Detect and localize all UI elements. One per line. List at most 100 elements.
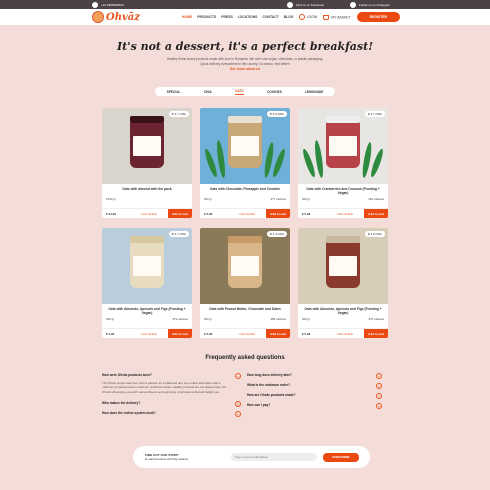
phone-contact[interactable]: +91 9999999524 bbox=[92, 1, 124, 8]
plus-icon[interactable]: + bbox=[376, 383, 382, 389]
rating-badge: ★ 4.4 (262) bbox=[266, 231, 287, 237]
nav-item-blog[interactable]: BLOG bbox=[284, 15, 294, 19]
nav-item-home[interactable]: HOME bbox=[182, 15, 192, 19]
plant-leaf-icon bbox=[369, 147, 385, 179]
product-title: Oats with Almonds, Apricots and Figs (Fr… bbox=[108, 307, 186, 315]
register-button[interactable]: REGISTER bbox=[356, 12, 400, 22]
plus-icon[interactable]: + bbox=[376, 403, 382, 409]
see-more-link[interactable]: See more about us bbox=[230, 67, 260, 71]
hero-line-2: Quick delivery everywhere in the country… bbox=[200, 62, 290, 66]
tab-lemonade[interactable]: LEMONADE bbox=[305, 90, 323, 94]
faq-item[interactable]: How does the review system work? + bbox=[102, 409, 247, 419]
product-footer: € 5,99 View details Add to cart bbox=[200, 328, 290, 338]
add-to-cart-button[interactable]: Add to cart bbox=[266, 209, 290, 218]
view-details-link[interactable]: View details bbox=[130, 212, 168, 216]
tab-cookies[interactable]: COOKIES bbox=[267, 90, 282, 94]
product-image[interactable]: ★ 4.8 (281) bbox=[298, 228, 388, 304]
nav-item-press[interactable]: PRESS bbox=[221, 15, 233, 19]
faq-item[interactable]: What is the minimum order? + bbox=[247, 381, 388, 391]
jar-lid bbox=[326, 116, 360, 123]
faq-question: How does the review system work? bbox=[102, 411, 156, 416]
rating-value: 4.7 (100) bbox=[174, 112, 186, 116]
plus-icon[interactable]: + bbox=[235, 401, 241, 408]
subscribe-button[interactable]: SUBSCRIBE bbox=[323, 452, 359, 462]
product-image[interactable]: ★ 4.7 (281) bbox=[102, 228, 192, 304]
product-title: Oats with almond with the pack bbox=[122, 187, 172, 191]
jar-label bbox=[133, 256, 161, 276]
nav-item-contact[interactable]: CONTACT bbox=[262, 15, 278, 19]
logo-text: Ohvāz bbox=[106, 11, 140, 23]
jar-image bbox=[326, 236, 360, 288]
logo[interactable]: Ohvāz bbox=[92, 11, 162, 23]
faq-question: How can I pay? bbox=[247, 403, 271, 407]
tab-chia[interactable]: CHIA bbox=[204, 90, 212, 94]
add-to-cart-button[interactable]: Add to cart bbox=[364, 329, 388, 338]
add-to-cart-button[interactable]: Add to cart bbox=[168, 209, 192, 218]
newsletter-subtitle: E-mail luxurious with big dreams bbox=[145, 457, 189, 461]
rating-badge: ★ 4.7 (350) bbox=[364, 111, 385, 117]
jar-lid bbox=[130, 236, 164, 243]
product-card[interactable]: ★ 4.8 (350) Oats with Chocolate, Pineappl… bbox=[200, 108, 290, 218]
view-details-link[interactable]: View details bbox=[228, 332, 266, 336]
product-image[interactable]: ★ 4.7 (100) bbox=[102, 108, 192, 184]
jar-lid bbox=[228, 236, 262, 243]
add-to-cart-button[interactable]: Add to cart bbox=[168, 329, 192, 338]
rating-value: 4.8 (281) bbox=[370, 232, 382, 236]
product-card[interactable]: ★ 4.4 (262) Oats with Peanut Butter, Choc… bbox=[200, 228, 290, 338]
rating-value: 4.8 (350) bbox=[272, 112, 284, 116]
product-image[interactable]: ★ 4.8 (350) bbox=[200, 108, 290, 184]
nav-menu: HOME PRODUCTS PRESS LOCATIONS CONTACT BL… bbox=[182, 15, 294, 19]
minus-icon[interactable]: − bbox=[235, 373, 241, 379]
instagram-label: Follow us on Instagram bbox=[358, 2, 390, 7]
product-card[interactable]: ★ 4.7 (100) Oats with almond with the pac… bbox=[102, 108, 192, 218]
rating-badge: ★ 4.7 (281) bbox=[168, 231, 189, 237]
product-title: Oats with Almonds, Apricots and Figs (Fr… bbox=[304, 307, 382, 315]
nav-item-locations[interactable]: LOCATIONS bbox=[238, 15, 258, 19]
newsletter-text: FIND OUT OUR STORY E-mail luxurious with… bbox=[145, 453, 231, 461]
add-to-cart-button[interactable]: Add to cart bbox=[364, 209, 388, 218]
faq-question: Who makes the delivery? bbox=[102, 401, 141, 406]
rating-value: 4.4 (262) bbox=[272, 232, 284, 236]
faq-item[interactable]: How can I pay? + bbox=[247, 401, 388, 411]
product-image[interactable]: ★ 4.4 (262) bbox=[200, 228, 290, 304]
view-details-link[interactable]: View details bbox=[228, 212, 266, 216]
faq-title: Frequently asked questions bbox=[205, 355, 285, 361]
view-details-link[interactable]: View details bbox=[130, 332, 168, 336]
faq-question: How long does delivery take? bbox=[247, 373, 292, 377]
product-title: Oats with Cranberries and Coconut (Frost… bbox=[306, 187, 380, 195]
jar-image bbox=[130, 116, 164, 168]
nav-item-products[interactable]: PRODUCTS bbox=[197, 15, 216, 19]
product-calories: 379 calories bbox=[172, 317, 188, 321]
basket-link[interactable]: MY BASKET bbox=[323, 14, 351, 20]
email-input[interactable] bbox=[231, 453, 317, 461]
instagram-link[interactable]: Follow us on Instagram bbox=[349, 1, 390, 8]
plant-leaf-icon bbox=[313, 139, 325, 179]
view-details-link[interactable]: View details bbox=[326, 212, 364, 216]
product-card[interactable]: ★ 4.8 (281) Oats with Almonds, Apricots a… bbox=[298, 228, 388, 338]
add-to-cart-button[interactable]: Add to cart bbox=[266, 329, 290, 338]
plus-icon[interactable]: + bbox=[376, 373, 382, 379]
jar-image bbox=[326, 116, 360, 168]
plant-leaf-icon bbox=[271, 147, 287, 179]
view-details-link[interactable]: View details bbox=[326, 332, 364, 336]
login-link[interactable]: LOGIN bbox=[298, 14, 318, 20]
faq-item[interactable]: How were Ohvāz products born? − bbox=[102, 371, 247, 381]
faq-item[interactable]: Who makes the delivery? + bbox=[102, 399, 247, 409]
product-meta: 300 gr 377 calories bbox=[200, 197, 290, 201]
product-card[interactable]: ★ 4.7 (281) Oats with Almonds, Apricots a… bbox=[102, 228, 192, 338]
product-price: € 24,99 bbox=[106, 211, 117, 216]
faq-item[interactable]: How are Ohvāz products made? + bbox=[247, 391, 388, 401]
faq-item[interactable]: How long does delivery take? + bbox=[247, 371, 388, 381]
login-label: LOGIN bbox=[306, 14, 318, 19]
main-nav: Ohvāz HOME PRODUCTS PRESS LOCATIONS CONT… bbox=[0, 9, 490, 25]
product-image[interactable]: ★ 4.7 (350) bbox=[298, 108, 388, 184]
product-card[interactable]: ★ 4.7 (350) Oats with Cranberries and Coc… bbox=[298, 108, 388, 218]
facebook-link[interactable]: Find us on Facebook bbox=[286, 1, 324, 8]
jar-label bbox=[231, 256, 259, 276]
plus-icon[interactable]: + bbox=[376, 393, 382, 399]
tab-special[interactable]: SPECIAL bbox=[167, 90, 181, 94]
plus-icon[interactable]: + bbox=[235, 411, 241, 418]
tab-oats[interactable]: OATS bbox=[235, 89, 244, 95]
rating-value: 4.7 (350) bbox=[370, 112, 382, 116]
product-price: € 5,99 bbox=[204, 211, 213, 216]
